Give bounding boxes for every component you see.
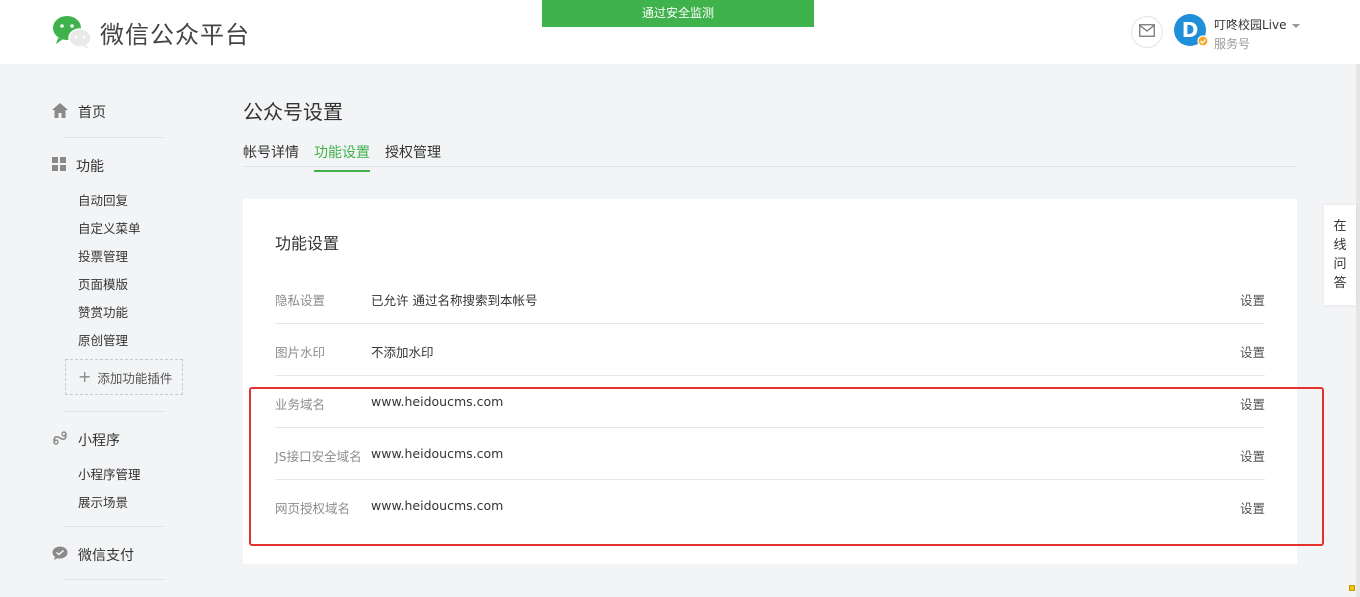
sidebar: 首页 功能 自动回复 自定义菜单 投票管理 页面模版 赞赏功能 原创管理 + 添… [0, 64, 220, 597]
row-value: 不添加水印 [371, 345, 434, 360]
chevron-down-icon[interactable] [1292, 24, 1300, 28]
plus-icon: + [78, 367, 92, 386]
mail-button[interactable] [1131, 16, 1163, 48]
logo-text: 微信公众平台 [100, 20, 250, 49]
online-qa-char: 答 [1333, 276, 1347, 291]
tab-account-details[interactable]: 帐号详情 [243, 142, 299, 170]
scrollbar[interactable] [1356, 64, 1360, 597]
sidebar-section-miniprogram[interactable]: 小程序 [52, 430, 120, 450]
online-qa-char: 在 [1333, 219, 1347, 234]
settings-row-watermark: 图片水印 不添加水印 设置 [275, 324, 1265, 376]
top-header: 微信公众平台 通过安全监测 D 叮咚校园Live 服务号 [0, 0, 1360, 64]
row-label: 隐私设置 [275, 293, 326, 308]
page-title: 公众号设置 [243, 100, 343, 124]
online-qa-char: 线 [1333, 238, 1347, 253]
miniprogram-icon [52, 430, 68, 450]
divider [64, 526, 164, 527]
avatar[interactable]: D [1174, 14, 1209, 48]
sidebar-item-miniprogram-manage[interactable]: 小程序管理 [78, 464, 141, 483]
sidebar-section-features[interactable]: 功能 [52, 156, 104, 176]
watermark-settings-link[interactable]: 设置 [1240, 342, 1265, 361]
sidebar-item-reward[interactable]: 赞赏功能 [78, 302, 128, 321]
tab-authorization[interactable]: 授权管理 [385, 142, 441, 170]
divider [64, 411, 164, 412]
security-check-banner: 通过安全监测 [542, 0, 814, 27]
sidebar-item-home[interactable]: 首页 [52, 102, 106, 122]
sidebar-item-label: 首页 [78, 105, 106, 121]
sidebar-item-vote[interactable]: 投票管理 [78, 246, 128, 265]
online-qa-char: 问 [1333, 257, 1347, 272]
sidebar-item-page-template[interactable]: 页面模版 [78, 274, 128, 293]
divider [64, 579, 164, 580]
annotation-highlight-box [249, 387, 1324, 546]
tab-feature-settings[interactable]: 功能设置 [314, 142, 370, 172]
home-icon [52, 102, 68, 122]
account-name[interactable]: 叮咚校园Live [1214, 16, 1287, 33]
wechat-pay-icon [52, 546, 68, 564]
row-label: 图片水印 [275, 345, 326, 360]
logo[interactable]: 微信公众平台 [52, 14, 250, 50]
sidebar-section-label: 微信支付 [78, 548, 134, 564]
grid-icon [52, 157, 66, 175]
mail-icon [1139, 23, 1155, 41]
tab-bar: 帐号详情 功能设置 授权管理 [243, 138, 1297, 172]
privacy-settings-link[interactable]: 设置 [1240, 290, 1265, 309]
sidebar-section-label: 小程序 [78, 433, 120, 449]
row-value: 已允许 通过名称搜索到本帐号 [371, 293, 538, 308]
online-qa-button[interactable]: 在 线 问 答 [1324, 205, 1356, 305]
sidebar-item-original[interactable]: 原创管理 [78, 330, 128, 349]
settings-row-privacy: 隐私设置 已允许 通过名称搜索到本帐号 设置 [275, 272, 1265, 324]
add-plugin-button[interactable]: + 添加功能插件 [65, 359, 183, 395]
sidebar-section-pay[interactable]: 微信支付 [52, 545, 134, 565]
sidebar-item-custom-menu[interactable]: 自定义菜单 [78, 218, 141, 237]
account-type: 服务号 [1214, 37, 1251, 51]
sidebar-section-label: 功能 [76, 159, 104, 175]
add-plugin-label: 添加功能插件 [97, 370, 173, 386]
divider [64, 137, 164, 138]
corner-marker [1349, 585, 1355, 591]
sidebar-item-display-scene[interactable]: 展示场景 [78, 492, 128, 511]
wechat-logo-icon [52, 14, 92, 50]
sidebar-item-auto-reply[interactable]: 自动回复 [78, 190, 128, 209]
card-title: 功能设置 [275, 234, 340, 253]
svg-text:D: D [1182, 18, 1199, 42]
